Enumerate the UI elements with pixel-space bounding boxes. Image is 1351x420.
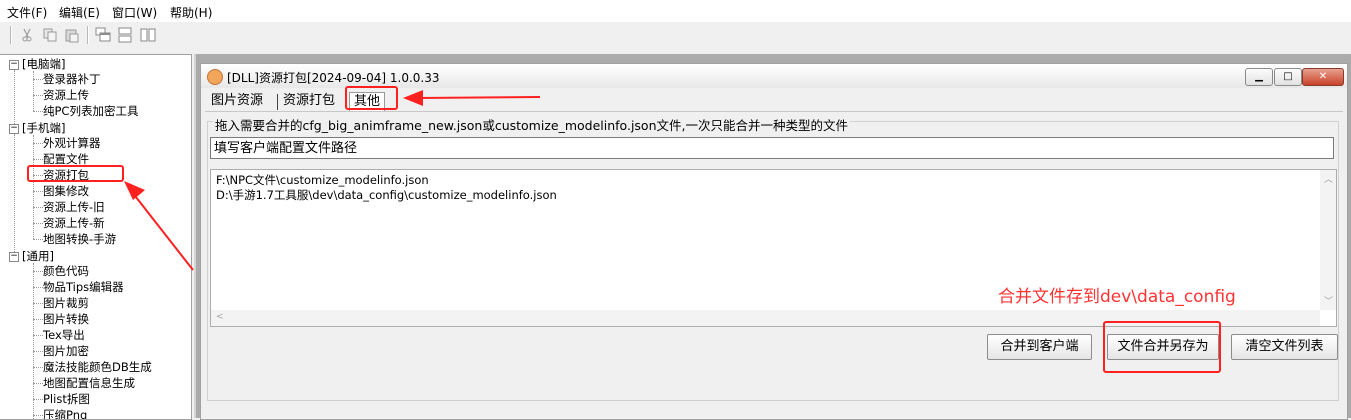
tree-item[interactable]: 登录器补丁 xyxy=(43,71,101,87)
app-icon xyxy=(207,69,223,85)
tree-line xyxy=(33,335,43,336)
window-titlebar[interactable]: [DLL]资源打包[2024-09-04] 1.0.0.33 ▁ □ ✕ xyxy=(201,64,1347,88)
group-label: 拖入需要合并的cfg_big_animframe_new.json或custom… xyxy=(213,115,850,134)
highlight-box-button xyxy=(1103,321,1221,373)
tree-item[interactable]: 地图转换-手游 xyxy=(43,231,116,247)
tab-divider xyxy=(205,111,1343,112)
vertical-scrollbar[interactable]: ︿ ﹀ xyxy=(1320,170,1336,310)
tile-horizontal-icon[interactable] xyxy=(117,27,133,43)
scroll-left-icon[interactable]: < xyxy=(216,312,224,322)
collapse-icon[interactable]: − xyxy=(9,60,19,70)
tree-item[interactable]: 外观计算器 xyxy=(43,135,101,151)
tree-line xyxy=(14,70,15,126)
tree-item[interactable]: 资源上传 xyxy=(43,87,89,103)
tree-line xyxy=(33,351,43,352)
cut-icon[interactable] xyxy=(19,27,35,43)
close-button[interactable]: ✕ xyxy=(1302,68,1344,86)
collapse-icon[interactable]: − xyxy=(9,252,19,262)
tile-vertical-icon[interactable] xyxy=(140,27,156,43)
tree-line xyxy=(33,399,43,400)
tab-separator xyxy=(277,94,278,110)
scroll-down-icon[interactable]: ﹀ xyxy=(1324,294,1333,307)
tab-resource-pack[interactable]: 资源打包 xyxy=(283,92,335,110)
tree-item[interactable]: 图片转换 xyxy=(43,311,89,327)
menu-window[interactable]: 窗口(W) xyxy=(112,4,157,21)
tree-item[interactable]: 颜色代码 xyxy=(43,263,89,279)
menu-bar: 文件(F) 编辑(E) 窗口(W) 帮助(H) xyxy=(0,0,1351,22)
tree-item[interactable]: 魔法技能颜色DB生成 xyxy=(43,359,152,375)
tree-line xyxy=(33,367,43,368)
tree-line xyxy=(33,303,43,304)
tree-item[interactable]: Tex导出 xyxy=(43,327,85,343)
annotation-text: 合并文件存到dev\data_config xyxy=(998,287,1236,307)
menu-file[interactable]: 文件(F) xyxy=(7,4,47,21)
tree-line xyxy=(33,271,43,272)
merge-to-client-button[interactable]: 合并到客户端 xyxy=(987,334,1092,360)
menu-edit[interactable]: 编辑(E) xyxy=(59,4,100,21)
tree-line xyxy=(33,383,43,384)
tree-line xyxy=(14,134,15,254)
tree-line xyxy=(33,287,43,288)
window-title: [DLL]资源打包[2024-09-04] 1.0.0.33 xyxy=(227,71,440,85)
paste-icon[interactable] xyxy=(64,27,80,43)
tree-group-mobile[interactable]: [手机端] xyxy=(22,120,65,136)
minimize-button[interactable]: ▁ xyxy=(1245,68,1273,86)
close-icon: ✕ xyxy=(1318,71,1328,82)
tree-line xyxy=(33,159,43,160)
maximize-button[interactable]: □ xyxy=(1274,68,1302,86)
highlight-box-tree-item xyxy=(27,165,124,182)
tree-item[interactable]: 资源上传-新 xyxy=(43,215,105,231)
tree-group-pc[interactable]: [电脑端] xyxy=(22,56,65,72)
tree-item[interactable]: 物品Tips编辑器 xyxy=(43,279,124,295)
collapse-icon[interactable]: − xyxy=(9,124,19,134)
highlight-box-tab xyxy=(345,86,398,110)
tree-line xyxy=(33,191,43,192)
tree-line xyxy=(33,79,43,80)
tree-item[interactable]: 压缩Png xyxy=(43,407,87,419)
tab-image-resources[interactable]: 图片资源 xyxy=(211,92,263,110)
tree-line xyxy=(33,207,43,208)
tree-line xyxy=(33,223,43,224)
tree-item[interactable]: Plist拆图 xyxy=(43,391,90,407)
toolbar-separator xyxy=(10,26,12,44)
cascade-icon[interactable] xyxy=(95,27,111,43)
list-item[interactable]: F:\NPC文件\customize_modelinfo.json xyxy=(216,173,429,188)
maximize-icon: □ xyxy=(1283,71,1293,82)
tree-item[interactable]: 图片加密 xyxy=(43,343,89,359)
tree-item[interactable]: 纯PC列表加密工具 xyxy=(43,103,138,119)
menu-help[interactable]: 帮助(H) xyxy=(170,4,212,21)
tree-line xyxy=(33,111,43,112)
list-item[interactable]: D:\手游1.7工具服\dev\data_config\customize_mo… xyxy=(216,188,557,203)
tree-item[interactable]: 图片裁剪 xyxy=(43,295,89,311)
toolbar-separator xyxy=(87,26,89,44)
tree-line xyxy=(33,71,34,111)
copy-icon[interactable] xyxy=(42,27,58,43)
scroll-up-icon[interactable]: ︿ xyxy=(1324,172,1333,185)
client-config-path-input[interactable]: 填写客户端配置文件路径 xyxy=(210,137,1334,159)
tree-line xyxy=(33,143,43,144)
tool-tree: − [电脑端] 登录器补丁 资源上传 纯PC列表加密工具 − [手机端] 外观计… xyxy=(0,54,192,420)
tree-item[interactable]: 资源上传-旧 xyxy=(43,199,105,215)
tree-item[interactable]: 图集修改 xyxy=(43,183,89,199)
clear-file-list-button[interactable]: 清空文件列表 xyxy=(1231,334,1338,360)
toolbar xyxy=(0,22,1351,48)
tree-line xyxy=(33,319,43,320)
minimize-icon: ▁ xyxy=(1255,71,1263,82)
tree-line xyxy=(33,415,43,416)
tree-group-common[interactable]: [通用] xyxy=(22,248,54,264)
tree-line xyxy=(33,95,43,96)
tree-item[interactable]: 地图配置信息生成 xyxy=(43,375,135,391)
tree-line xyxy=(33,239,43,240)
